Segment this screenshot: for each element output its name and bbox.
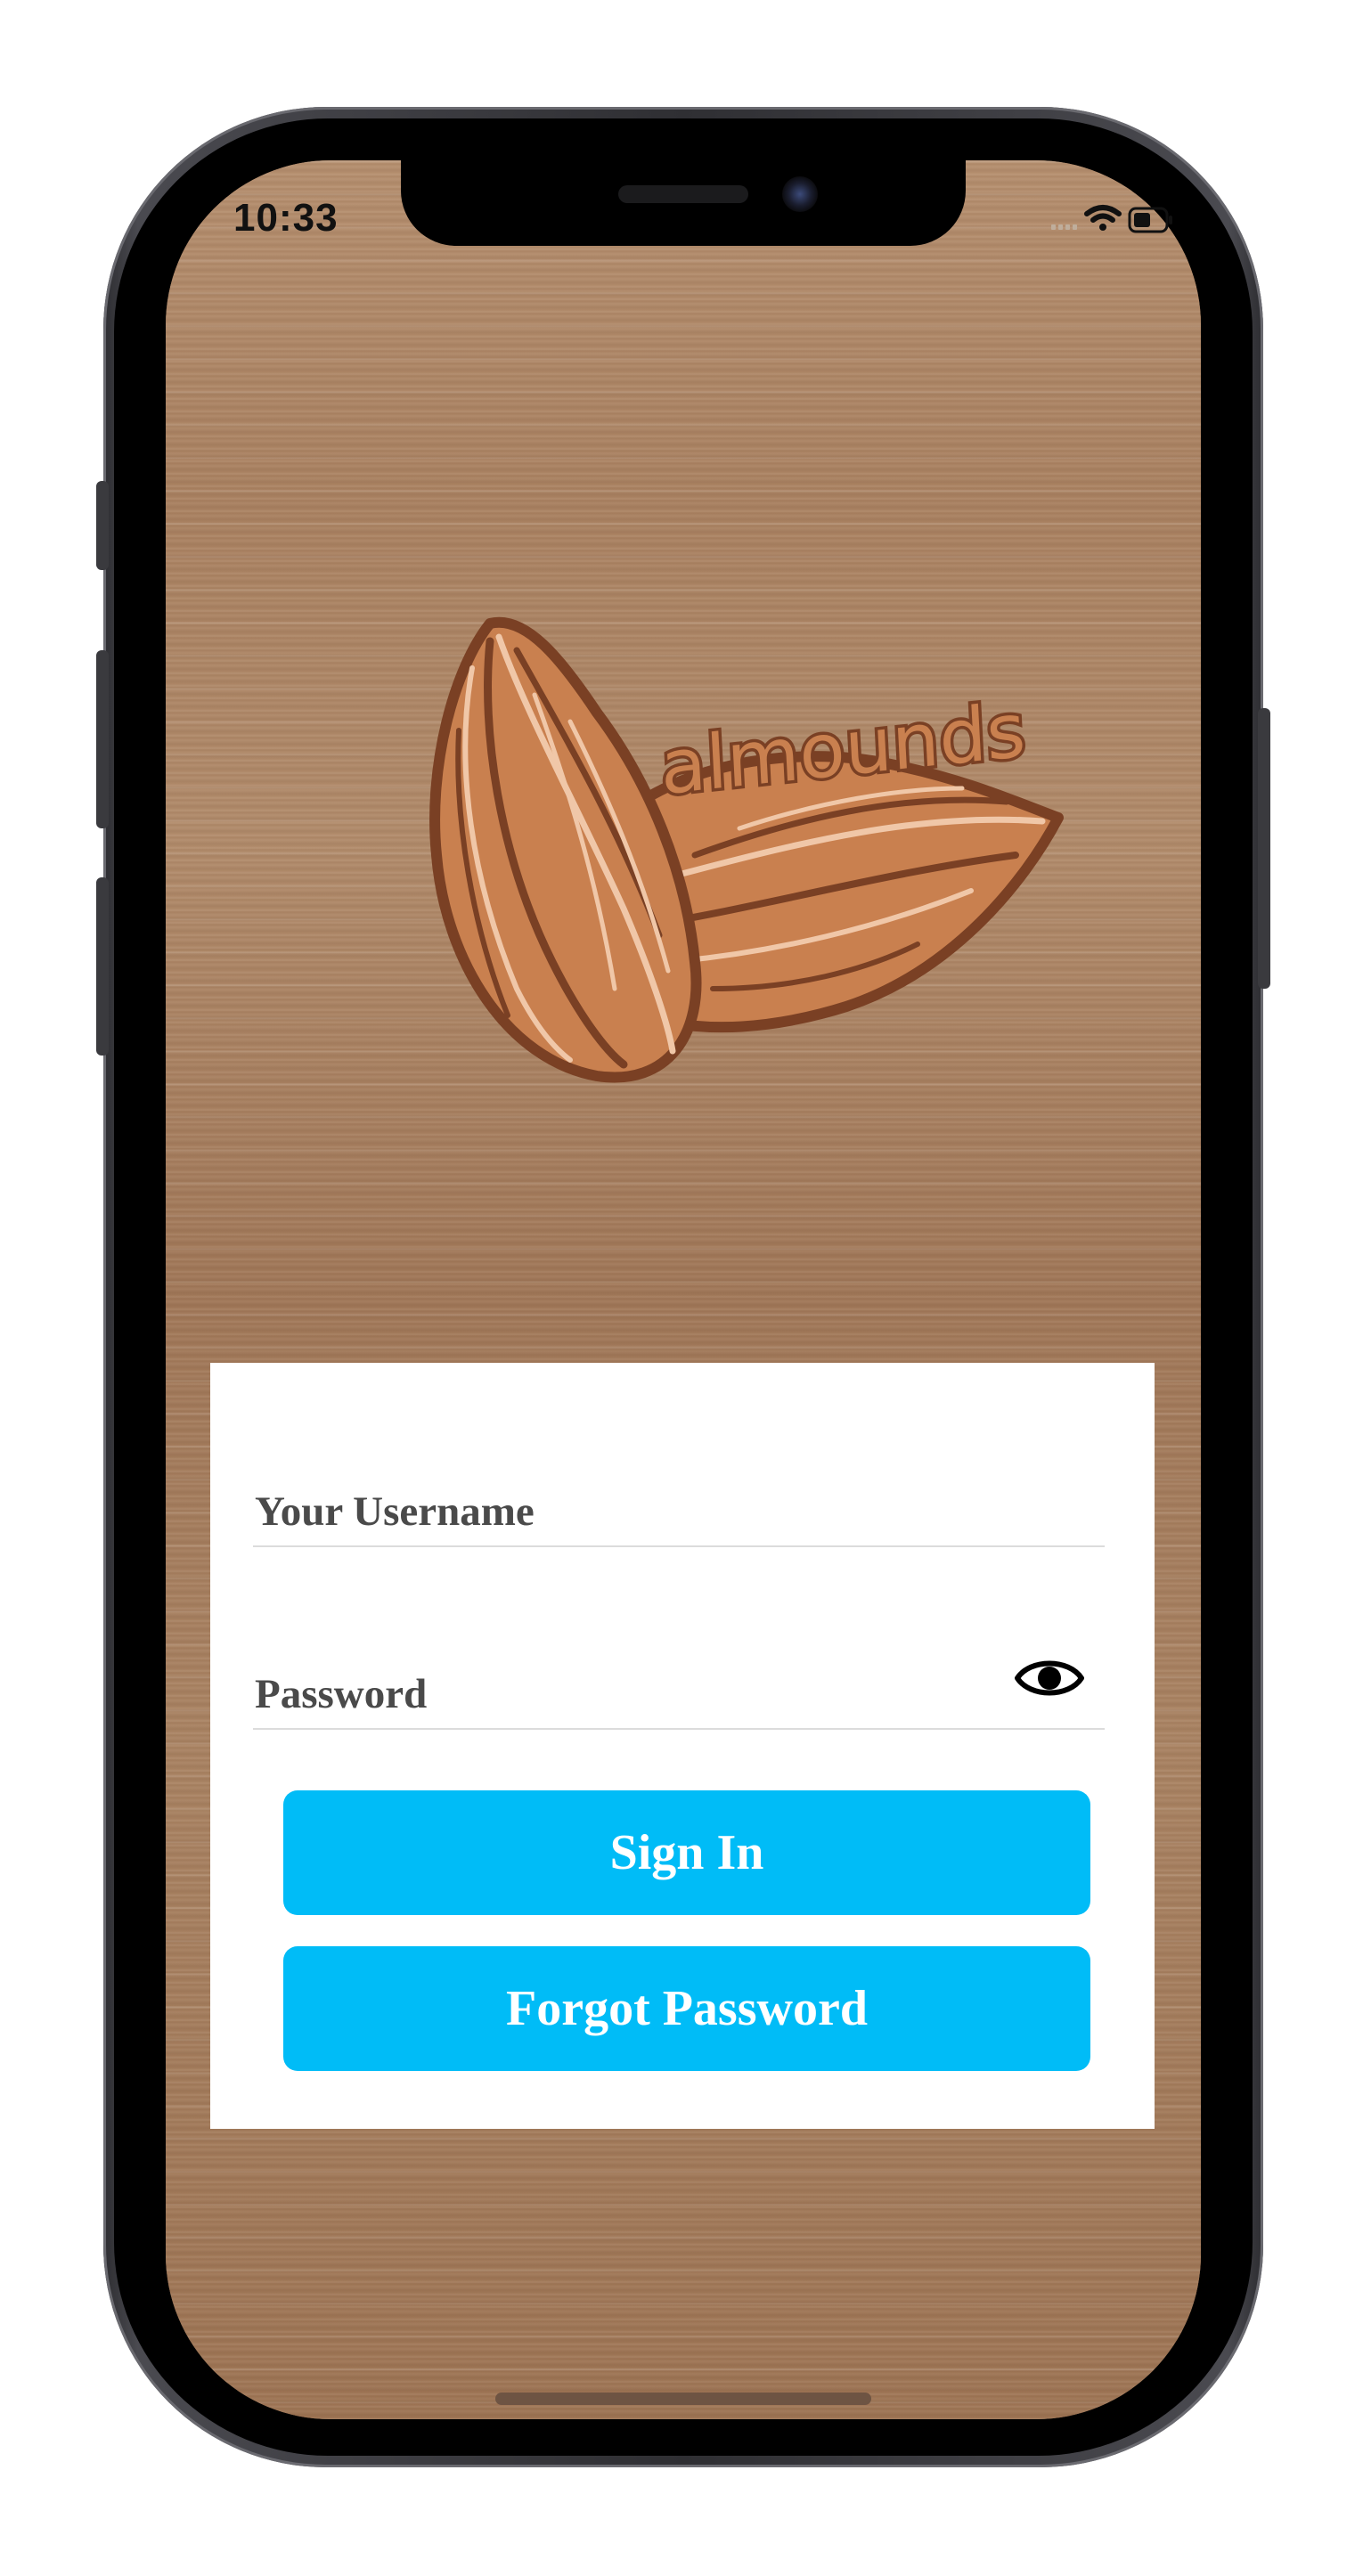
password-underline xyxy=(253,1728,1105,1730)
battery-icon xyxy=(1128,207,1172,233)
home-indicator[interactable] xyxy=(495,2393,871,2405)
almounds-logo: almounds xyxy=(429,616,1064,1083)
sign-in-button[interactable]: Sign In xyxy=(283,1790,1090,1915)
signal-icon xyxy=(1051,224,1077,230)
status-time: 10:33 xyxy=(233,196,339,240)
username-underline xyxy=(253,1545,1105,1547)
notch xyxy=(401,160,966,246)
status-icons xyxy=(1051,196,1176,240)
login-card: Your Username Password Sign In Forgot Pa… xyxy=(210,1363,1155,2129)
power-button xyxy=(1258,708,1270,989)
volume-up-button xyxy=(96,650,109,828)
volume-down-button xyxy=(96,877,109,1056)
mute-switch xyxy=(96,481,109,570)
wifi-icon xyxy=(1084,205,1122,231)
earpiece-speaker xyxy=(618,185,748,203)
eye-icon[interactable] xyxy=(1014,1653,1085,1703)
forgot-password-button[interactable]: Forgot Password xyxy=(283,1946,1090,2071)
username-field[interactable]: Your Username xyxy=(255,1488,535,1536)
almond-vertical-illustration xyxy=(429,616,702,1083)
front-camera xyxy=(782,176,818,212)
password-field[interactable]: Password xyxy=(255,1670,427,1718)
